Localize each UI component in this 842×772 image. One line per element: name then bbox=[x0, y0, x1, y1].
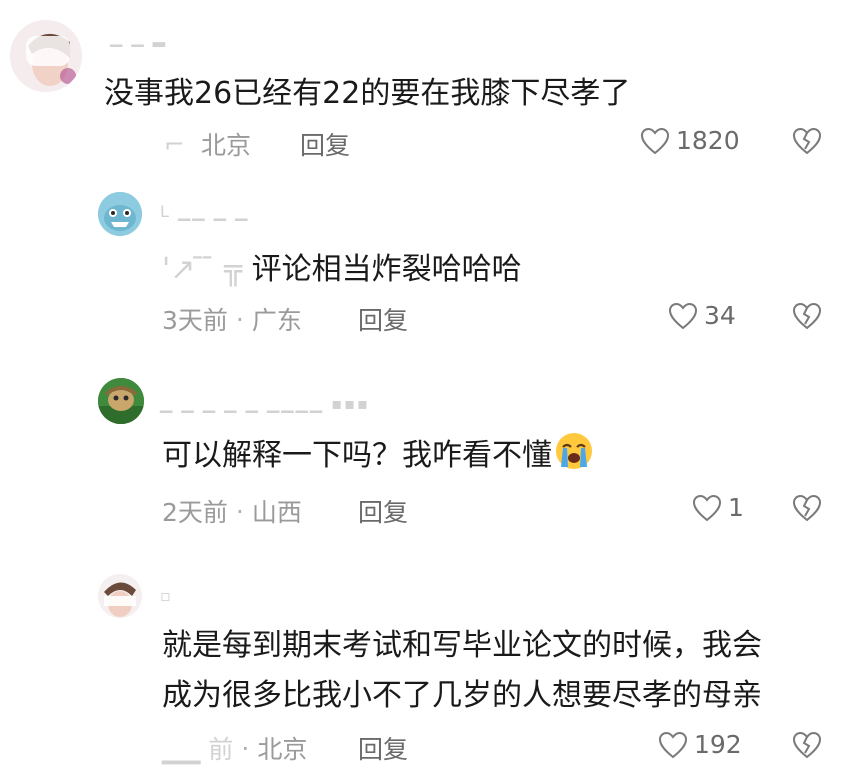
avatar[interactable] bbox=[98, 574, 142, 618]
username-redacted: ▁ ▁ ▁ ▁ ▁ ▁▁▁▁ ▪▪▪ bbox=[160, 394, 370, 413]
comment-2: L ▁▁ ▁ ▁ '↗ ̄ ̄ ╦ 评论相当炸裂哈哈哈 3天前 · 广东 回复 … bbox=[0, 180, 842, 360]
heart-outline-icon bbox=[668, 302, 698, 329]
avatar[interactable] bbox=[10, 20, 82, 92]
reply-button[interactable]: 回复 bbox=[358, 730, 408, 766]
meta-separator: · bbox=[241, 733, 250, 763]
date-redacted: ▁▁ 前 bbox=[162, 735, 234, 764]
dislike-button[interactable] bbox=[792, 302, 822, 334]
heart-outline-icon bbox=[640, 127, 670, 154]
heart-outline-icon bbox=[692, 494, 722, 521]
like-button[interactable]: 1 bbox=[692, 493, 744, 522]
comment-text: 可以解释一下吗？我咋看不懂 bbox=[162, 430, 594, 482]
username[interactable]: L ▁▁ ▁ ▁ bbox=[160, 202, 249, 221]
like-count: 1 bbox=[728, 493, 744, 522]
avatar-image bbox=[98, 378, 144, 424]
like-button[interactable]: 192 bbox=[658, 730, 742, 759]
comment-date: 3天前 bbox=[162, 306, 228, 335]
comment-text: 没事我26已经有22的要在我膝下尽孝了 bbox=[104, 76, 631, 111]
avatar-image bbox=[10, 20, 82, 92]
avatar-image bbox=[98, 574, 142, 618]
broken-heart-icon bbox=[792, 127, 822, 155]
comment-1: ▁ ▁ ▂ 没事我26已经有22的要在我膝下尽孝了 ⌐ 北京 回复 1820 bbox=[0, 0, 842, 180]
like-button[interactable]: 34 bbox=[668, 301, 736, 330]
reply-button[interactable]: 回复 bbox=[358, 493, 408, 529]
username[interactable]: ▫ bbox=[160, 586, 173, 605]
mention-redacted: '↗ ̄ ̄ ╦ bbox=[162, 252, 243, 287]
comment-4: ▫ 就是每到期末考试和写毕业论文的时候，我会 成为很多比我小不了几岁的人想要尽孝… bbox=[0, 560, 842, 772]
reply-button[interactable]: 回复 bbox=[358, 301, 408, 337]
username[interactable]: ▁ ▁ ▁ ▁ ▁ ▁▁▁▁ ▪▪▪ bbox=[160, 394, 370, 413]
like-count: 1820 bbox=[676, 126, 740, 155]
meta-separator: · bbox=[235, 496, 244, 526]
username-redacted: L ▁▁ ▁ ▁ bbox=[160, 202, 250, 221]
reply-button[interactable]: 回复 bbox=[300, 126, 350, 162]
meta-separator: · bbox=[235, 304, 244, 334]
dislike-button[interactable] bbox=[792, 731, 822, 763]
dislike-button[interactable] bbox=[792, 494, 822, 526]
comment-meta: 3天前 · 广东 bbox=[162, 301, 302, 337]
broken-heart-icon bbox=[792, 494, 822, 522]
comment-meta: 2天前 · 山西 bbox=[162, 493, 302, 529]
dislike-button[interactable] bbox=[792, 127, 822, 159]
avatar-image bbox=[98, 192, 142, 236]
comment-meta: ⌐ 北京 bbox=[164, 126, 251, 162]
comment-location: 北京 bbox=[257, 735, 308, 764]
comment-3: ▁ ▁ ▁ ▁ ▁ ▁▁▁▁ ▪▪▪ 可以解释一下吗？我咋看不懂 2天前 · 山… bbox=[0, 360, 842, 560]
comment-location: 北京 bbox=[200, 131, 251, 160]
broken-heart-icon bbox=[792, 731, 822, 759]
comment-date: 2天前 bbox=[162, 498, 228, 527]
comment-text-line-2: 成为很多比我小不了几岁的人想要尽孝的母亲 bbox=[162, 678, 762, 713]
loudly-crying-face-icon bbox=[556, 433, 592, 469]
comment-meta: ▁▁ 前 · 北京 bbox=[162, 730, 307, 766]
like-count: 192 bbox=[694, 730, 742, 759]
comment-location: 广东 bbox=[251, 306, 302, 335]
comment-text-line-1: 就是每到期末考试和写毕业论文的时候，我会 bbox=[162, 628, 762, 663]
like-count: 34 bbox=[704, 301, 736, 330]
avatar[interactable] bbox=[98, 192, 142, 236]
broken-heart-icon bbox=[792, 302, 822, 330]
username-redacted: ▁ ▁ ▂ bbox=[110, 28, 168, 47]
username-redacted: ▫ bbox=[160, 586, 173, 605]
comment-text: '↗ ̄ ̄ ╦ 评论相当炸裂哈哈哈 bbox=[162, 252, 522, 287]
like-button[interactable]: 1820 bbox=[640, 126, 740, 155]
username[interactable]: ▁ ▁ ▂ bbox=[110, 28, 167, 47]
comment-location: 山西 bbox=[251, 498, 302, 527]
date-redacted: ⌐ bbox=[164, 129, 185, 159]
heart-outline-icon bbox=[658, 731, 688, 758]
avatar[interactable] bbox=[98, 378, 144, 424]
